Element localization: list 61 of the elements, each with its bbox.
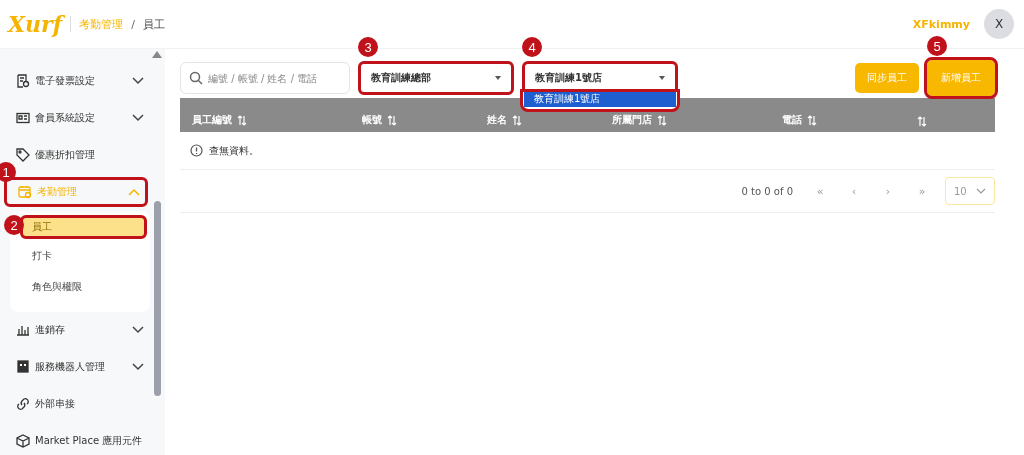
info-icon bbox=[190, 144, 203, 157]
chevron-down-icon bbox=[132, 326, 144, 334]
sort-icon[interactable] bbox=[512, 114, 522, 126]
chart-icon bbox=[16, 323, 30, 337]
submenu-item[interactable]: 打卡 bbox=[20, 242, 147, 270]
sidebar-item[interactable]: 會員系統設定 bbox=[0, 106, 152, 130]
empty-message: 查無資料。 bbox=[209, 143, 259, 158]
calendar-icon bbox=[18, 185, 32, 199]
column-header[interactable]: 帳號 bbox=[362, 113, 382, 127]
sidebar-item[interactable]: 電子發票設定 bbox=[0, 69, 152, 93]
sidebar-item[interactable]: Market Place 應用元件 bbox=[0, 429, 152, 453]
caret-icon bbox=[495, 76, 501, 80]
avatar[interactable]: X bbox=[984, 9, 1014, 39]
robot-icon bbox=[16, 360, 30, 374]
chevron-down-icon bbox=[976, 188, 986, 194]
column-header[interactable]: 電話 bbox=[782, 113, 802, 127]
scroll-up-icon[interactable] bbox=[152, 51, 162, 58]
callout-badge: 5 bbox=[927, 36, 947, 56]
search-field[interactable]: 編號 / 帳號 / 姓名 / 電話 bbox=[180, 62, 350, 94]
sidebar-item[interactable]: 服務機器人管理 bbox=[0, 355, 152, 379]
id-card-icon bbox=[16, 111, 30, 125]
column-header[interactable]: 所屬門店 bbox=[612, 113, 652, 127]
breadcrumb-item: 員工 bbox=[142, 16, 165, 32]
page-nav-button[interactable]: « bbox=[805, 183, 835, 199]
caret-icon bbox=[659, 76, 665, 80]
submenu-item[interactable]: 員工 bbox=[20, 215, 147, 239]
store-select[interactable]: 教育訓練總部 bbox=[358, 61, 514, 95]
page-nav-button[interactable]: › bbox=[873, 183, 903, 199]
breadcrumb-separator: / bbox=[131, 17, 135, 31]
tag-icon bbox=[16, 148, 30, 162]
column-header[interactable]: 員工編號 bbox=[192, 113, 232, 127]
page-summary: 0 to 0 of 0 bbox=[741, 185, 793, 197]
link-icon bbox=[16, 397, 30, 411]
sort-icon[interactable] bbox=[917, 116, 927, 127]
sort-icon[interactable] bbox=[657, 114, 667, 126]
chevron-down-icon bbox=[132, 77, 144, 85]
chevron-up-icon bbox=[128, 188, 140, 196]
cube-icon bbox=[16, 434, 30, 448]
chevron-down-icon bbox=[132, 114, 144, 122]
document-icon bbox=[16, 74, 30, 88]
page-size-select[interactable]: 10 bbox=[945, 177, 995, 205]
page-nav-button[interactable]: ‹ bbox=[839, 183, 869, 199]
sort-icon[interactable] bbox=[807, 114, 817, 126]
callout-badge: 3 bbox=[358, 37, 378, 57]
action-button[interactable]: 新增員工 bbox=[927, 60, 995, 96]
sidebar-item[interactable]: 外部串接 bbox=[0, 392, 152, 416]
page-nav-button[interactable]: » bbox=[907, 183, 937, 199]
breadcrumb-item[interactable]: 考勤管理 bbox=[79, 16, 124, 32]
callout-badge: 4 bbox=[522, 37, 542, 57]
submenu-item[interactable]: 角色與權限 bbox=[20, 273, 147, 301]
callout-badge: 2 bbox=[4, 215, 24, 235]
sort-icon[interactable] bbox=[387, 114, 397, 126]
callout-badge: 1 bbox=[0, 162, 16, 182]
dropdown-option[interactable]: 教育訓練1號店 bbox=[524, 91, 676, 107]
sidebar-item[interactable]: 進銷存 bbox=[0, 318, 152, 342]
scrollbar[interactable] bbox=[154, 201, 161, 396]
column-header[interactable]: 姓名 bbox=[487, 113, 507, 127]
user-name[interactable]: XFkimmy bbox=[912, 17, 970, 31]
action-button[interactable]: 同步員工 bbox=[855, 63, 919, 93]
sort-icon[interactable] bbox=[237, 114, 247, 126]
chevron-down-icon bbox=[132, 363, 144, 371]
